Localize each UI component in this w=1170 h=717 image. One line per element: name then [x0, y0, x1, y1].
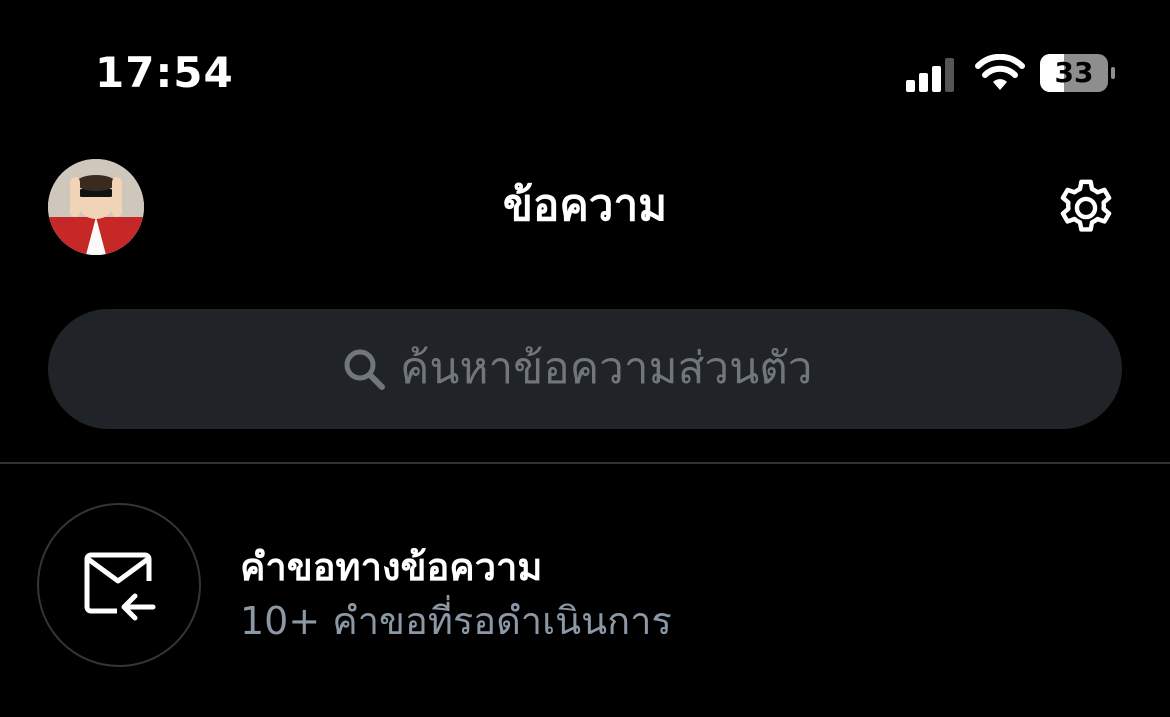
- search-input[interactable]: ค้นหาข้อความส่วนตัว: [48, 309, 1122, 429]
- status-time: 17:54: [95, 48, 234, 97]
- request-subtitle: 10+ คำขอที่รอดำเนินการ: [240, 599, 672, 643]
- gear-icon[interactable]: [1053, 175, 1119, 241]
- mail-request-icon: [84, 552, 156, 621]
- wifi-icon: [975, 54, 1025, 90]
- request-icon-circle: [37, 503, 201, 667]
- battery-level: 33: [1054, 56, 1094, 89]
- battery-icon: 33: [1040, 54, 1116, 92]
- page-title: ข้อความ: [502, 180, 668, 231]
- status-bar: 17:54 33: [0, 0, 1170, 140]
- header: ข้อความ: [0, 140, 1170, 272]
- signal-icon: [906, 58, 954, 92]
- search-placeholder: ค้นหาข้อความส่วนตัว: [400, 343, 813, 394]
- search-icon: [344, 349, 385, 390]
- request-title: คำขอทางข้อความ: [240, 545, 543, 589]
- message-requests-row[interactable]: คำขอทางข้อความ 10+ คำขอที่รอดำเนินการ: [0, 464, 1170, 717]
